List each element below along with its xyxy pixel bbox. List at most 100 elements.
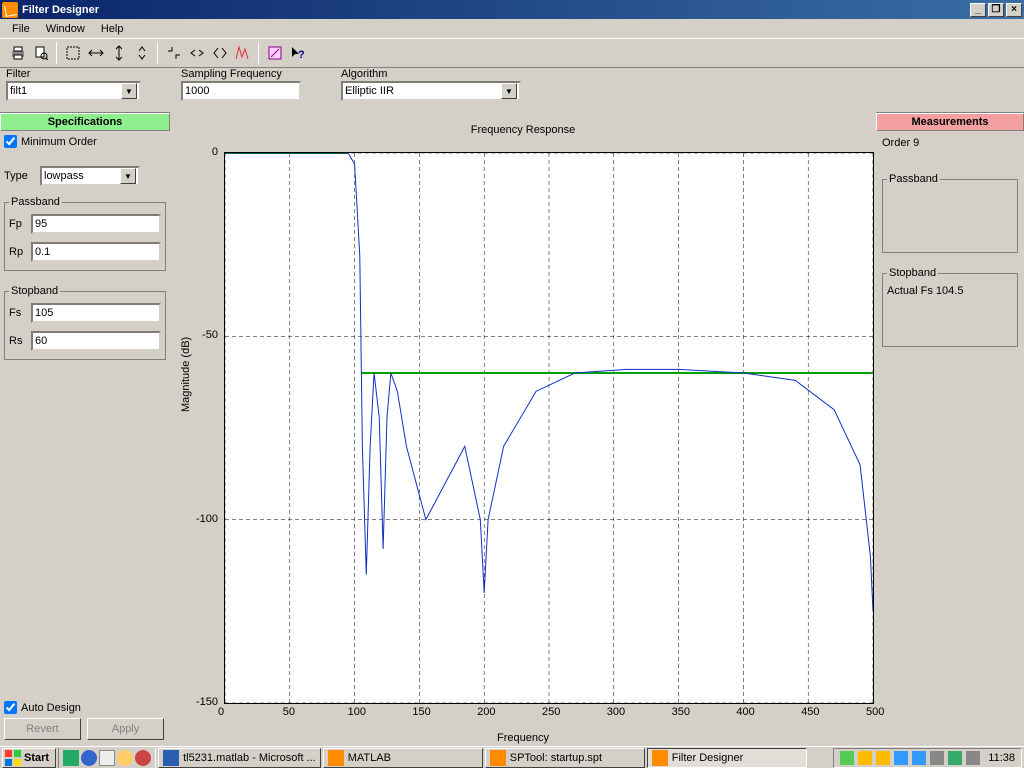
chevron-down-icon: ▼: [121, 83, 137, 99]
stopband-legend: Stopband: [9, 285, 60, 297]
taskbar-label: MATLAB: [348, 752, 391, 764]
taskbar-label: SPTool: startup.spt: [510, 752, 602, 764]
app-icon: [2, 2, 18, 18]
ql-desktop-icon[interactable]: [99, 750, 115, 766]
passband-fieldset: Passband Fp Rp: [4, 196, 166, 271]
print-icon[interactable]: [6, 42, 29, 64]
rs-input[interactable]: [31, 331, 161, 351]
print-preview-icon[interactable]: [29, 42, 52, 64]
svg-text:?: ?: [298, 49, 305, 61]
rs-label: Rs: [9, 335, 27, 347]
sampling-freq-input[interactable]: [181, 81, 301, 101]
x-tick: 450: [801, 706, 819, 718]
system-tray: 11:38: [833, 748, 1022, 768]
rp-input[interactable]: [31, 242, 161, 262]
x-tick: 0: [218, 706, 224, 718]
close-button[interactable]: ×: [1006, 3, 1022, 17]
x-tick: 100: [348, 706, 366, 718]
menu-window[interactable]: Window: [38, 21, 93, 37]
whatsthis-icon[interactable]: ?: [286, 42, 309, 64]
apply-button[interactable]: Apply: [87, 718, 164, 740]
ql-icon[interactable]: [135, 750, 151, 766]
x-tick: 300: [607, 706, 625, 718]
minimize-button[interactable]: _: [970, 3, 986, 17]
ql-icon[interactable]: [63, 750, 79, 766]
fp-label: Fp: [9, 218, 27, 230]
x-tick: 350: [672, 706, 690, 718]
quick-launch: [58, 748, 156, 768]
minimum-order-check[interactable]: [4, 135, 17, 148]
meas-stopband-fieldset: Stopband Actual Fs 104.5: [882, 267, 1018, 347]
matlab-icon: [652, 750, 668, 766]
tray-icon[interactable]: [894, 751, 908, 765]
ql-ie-icon[interactable]: [81, 750, 97, 766]
actual-fs-value: Actual Fs 104.5: [887, 285, 1013, 297]
pole-zero-icon[interactable]: [263, 42, 286, 64]
zoom-y-icon[interactable]: [130, 42, 153, 64]
nav-icon[interactable]: [208, 42, 231, 64]
chart-plot[interactable]: [224, 152, 874, 704]
ql-icon[interactable]: [117, 750, 133, 766]
tray-icon[interactable]: [858, 751, 872, 765]
specifications-header: Specifications: [0, 113, 170, 131]
matlab-icon: [328, 750, 344, 766]
filter-label: Filter: [6, 68, 141, 80]
maximize-button[interactable]: ❐: [988, 3, 1004, 17]
taskbar-item-sptool[interactable]: SPTool: startup.spt: [485, 748, 645, 768]
matlab-icon: [490, 750, 506, 766]
tray-icon[interactable]: [876, 751, 890, 765]
type-combo[interactable]: lowpass ▼: [40, 166, 140, 186]
taskbar: Start tl5231.matlab - Microsoft ... MATL…: [0, 746, 1024, 768]
overlay-spectrum-icon[interactable]: [231, 42, 254, 64]
meas-passband-legend: Passband: [887, 173, 940, 185]
taskbar-item-matlab[interactable]: MATLAB: [323, 748, 483, 768]
select-rect-icon[interactable]: [61, 42, 84, 64]
chevron-down-icon: ▼: [501, 83, 517, 99]
auto-design-checkbox[interactable]: Auto Design: [4, 701, 164, 714]
menu-help[interactable]: Help: [93, 21, 132, 37]
tray-icon[interactable]: [930, 751, 944, 765]
chevron-down-icon: ▼: [120, 168, 136, 184]
specifications-panel: Specifications Minimum Order Type lowpas…: [0, 112, 170, 746]
start-button[interactable]: Start: [2, 748, 56, 768]
auto-design-check[interactable]: [4, 701, 17, 714]
fs-input[interactable]: [31, 303, 161, 323]
tray-icon[interactable]: [966, 751, 980, 765]
title-bar: Filter Designer _ ❐ ×: [0, 0, 1024, 19]
toolbar-sep-3: [258, 42, 259, 64]
chart-title: Frequency Response: [180, 118, 866, 142]
filter-value: filt1: [10, 85, 27, 97]
sampling-freq-value: [185, 85, 297, 97]
minimum-order-checkbox[interactable]: Minimum Order: [4, 135, 166, 148]
y-tick: 0: [212, 146, 218, 158]
zoom-x-icon[interactable]: [185, 42, 208, 64]
algorithm-combo[interactable]: Elliptic IIR ▼: [341, 81, 521, 101]
toolbar-sep-1: [56, 42, 57, 64]
rp-label: Rp: [9, 246, 27, 258]
menu-file[interactable]: File: [4, 21, 38, 37]
revert-button[interactable]: Revert: [4, 718, 81, 740]
tray-icon[interactable]: [840, 751, 854, 765]
tray-icon[interactable]: [948, 751, 962, 765]
taskbar-item-filter-designer[interactable]: Filter Designer: [647, 748, 807, 768]
meas-passband-fieldset: Passband: [882, 173, 1018, 253]
chart-panel: Frequency Response Magnitude (dB) Freque…: [170, 112, 876, 746]
taskbar-label: tl5231.matlab - Microsoft ...: [183, 752, 316, 764]
zoom-full-y-icon[interactable]: [107, 42, 130, 64]
x-tick: 200: [477, 706, 495, 718]
x-tick: 500: [866, 706, 884, 718]
y-tick: -50: [202, 329, 218, 341]
fp-input[interactable]: [31, 214, 161, 234]
minimum-order-label: Minimum Order: [21, 136, 97, 148]
filter-combo[interactable]: filt1 ▼: [6, 81, 141, 101]
y-tick: -100: [196, 513, 218, 525]
taskbar-item-word[interactable]: tl5231.matlab - Microsoft ...: [158, 748, 321, 768]
zoom-full-x-icon[interactable]: [84, 42, 107, 64]
algorithm-value: Elliptic IIR: [345, 85, 394, 97]
type-label: Type: [4, 170, 36, 182]
passband-zoom-icon[interactable]: [162, 42, 185, 64]
tray-icon[interactable]: [912, 751, 926, 765]
toolbar-sep-2: [157, 42, 158, 64]
windows-icon: [5, 750, 21, 766]
menu-bar: File Window Help: [0, 19, 1024, 38]
